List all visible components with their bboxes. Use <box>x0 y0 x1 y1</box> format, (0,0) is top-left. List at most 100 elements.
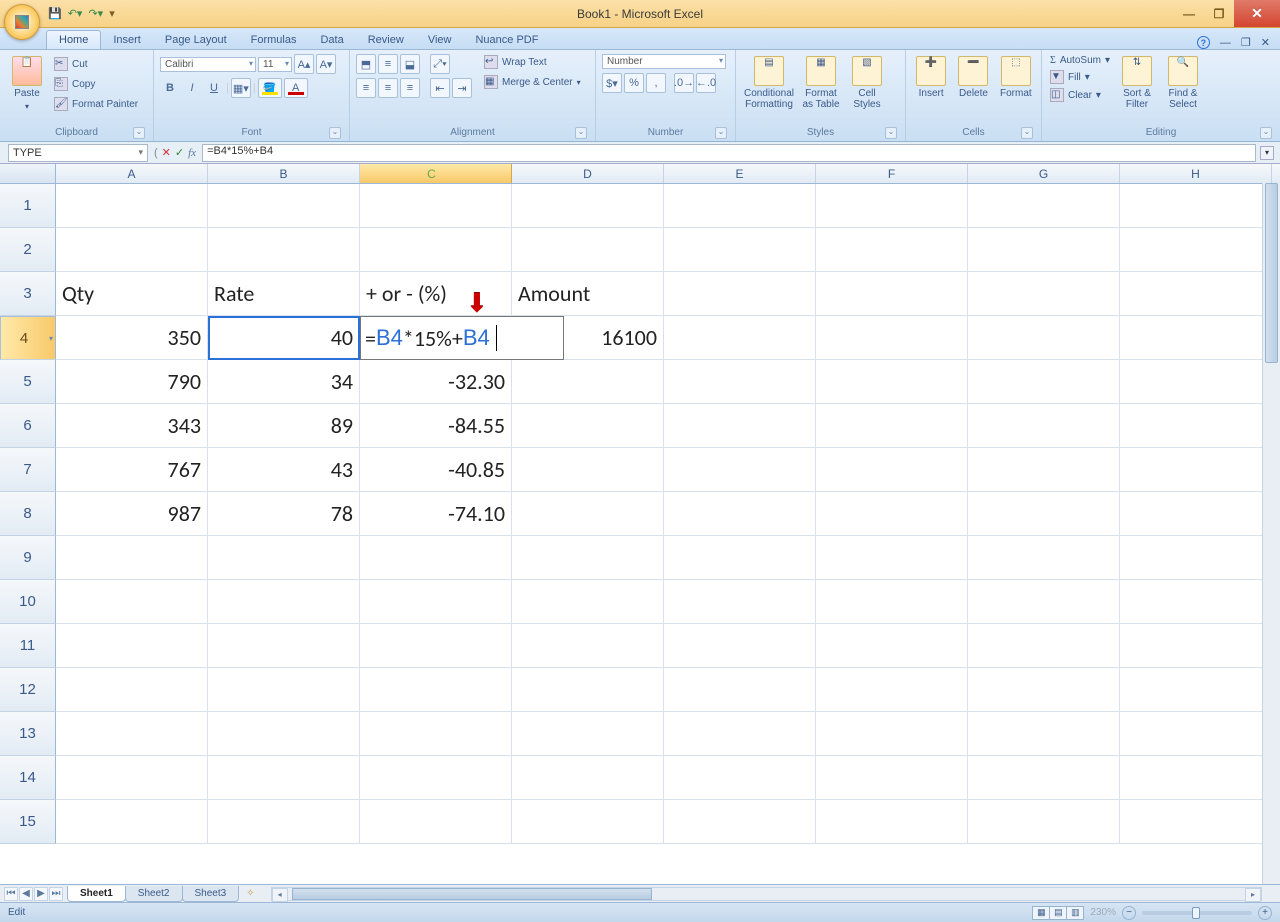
clear-button[interactable]: ◫Clear ▾ <box>1048 87 1112 103</box>
cell-F7[interactable] <box>816 448 968 492</box>
help-icon[interactable]: ? <box>1197 36 1210 49</box>
sheet-nav-first-icon[interactable]: ⏮ <box>4 887 18 901</box>
align-left-icon[interactable]: ≡ <box>356 78 376 98</box>
cell-G2[interactable] <box>968 228 1120 272</box>
cell-H5[interactable] <box>1120 360 1272 404</box>
cancel-formula-icon[interactable]: ✕ <box>162 146 171 159</box>
decrease-indent-icon[interactable]: ⇤ <box>430 78 450 98</box>
cell-G3[interactable] <box>968 272 1120 316</box>
row-header-9[interactable]: 9 <box>0 536 56 580</box>
cell-E3[interactable] <box>664 272 816 316</box>
row-header-2[interactable]: 2 <box>0 228 56 272</box>
grow-font-icon[interactable]: A▴ <box>294 54 314 74</box>
cell-styles-button[interactable]: ▧Cell Styles <box>846 54 888 125</box>
cell-E8[interactable] <box>664 492 816 536</box>
cell-F15[interactable] <box>816 800 968 844</box>
cell-A9[interactable] <box>56 536 208 580</box>
zoom-level[interactable]: 230% <box>1090 907 1116 918</box>
zoom-out-icon[interactable]: − <box>1122 906 1136 920</box>
font-size-select[interactable]: 11 <box>258 57 292 72</box>
cell-C15[interactable] <box>360 800 512 844</box>
enter-formula-icon[interactable]: ✓ <box>175 146 184 159</box>
cell-G14[interactable] <box>968 756 1120 800</box>
cell-G6[interactable] <box>968 404 1120 448</box>
row-header-5[interactable]: 5 <box>0 360 56 404</box>
cell-D6[interactable] <box>512 404 664 448</box>
cell-H13[interactable] <box>1120 712 1272 756</box>
cell-A13[interactable] <box>56 712 208 756</box>
cell-H7[interactable] <box>1120 448 1272 492</box>
cut-button[interactable]: ✂Cut <box>52 56 140 72</box>
cell-F4[interactable] <box>816 316 968 360</box>
cell-E7[interactable] <box>664 448 816 492</box>
cell-C12[interactable] <box>360 668 512 712</box>
merge-center-button[interactable]: ▦Merge & Center ▾ <box>482 74 583 90</box>
cell-C5[interactable]: -32.30 <box>360 360 512 404</box>
cell-E4[interactable] <box>664 316 816 360</box>
cell-C1[interactable] <box>360 184 512 228</box>
cell-H11[interactable] <box>1120 624 1272 668</box>
cell-D13[interactable] <box>512 712 664 756</box>
cell-B9[interactable] <box>208 536 360 580</box>
row-header-14[interactable]: 14 <box>0 756 56 800</box>
align-top-icon[interactable]: ⬒ <box>356 54 376 74</box>
cell-H15[interactable] <box>1120 800 1272 844</box>
autosum-button[interactable]: Σ AutoSum ▾ <box>1048 54 1112 67</box>
increase-indent-icon[interactable]: ⇥ <box>452 78 472 98</box>
cell-G10[interactable] <box>968 580 1120 624</box>
tab-page-layout[interactable]: Page Layout <box>153 31 239 49</box>
copy-button[interactable]: ⎘Copy <box>52 76 140 92</box>
tab-home[interactable]: Home <box>46 30 101 49</box>
cell-G5[interactable] <box>968 360 1120 404</box>
cell-A3[interactable]: Qty <box>56 272 208 316</box>
cell-H4[interactable] <box>1120 316 1272 360</box>
font-color-button[interactable]: A <box>284 78 308 98</box>
fill-color-button[interactable]: 🪣 <box>258 78 282 98</box>
vertical-scrollbar[interactable] <box>1262 183 1280 884</box>
cell-G13[interactable] <box>968 712 1120 756</box>
cell-B4[interactable]: 40 <box>208 316 360 360</box>
sheet-nav-prev-icon[interactable]: ◀ <box>19 887 33 901</box>
cell-D10[interactable] <box>512 580 664 624</box>
maximize-button[interactable]: ❐ <box>1204 0 1234 27</box>
align-middle-icon[interactable]: ≡ <box>378 54 398 74</box>
row-header-15[interactable]: 15 <box>0 800 56 844</box>
cell-A14[interactable] <box>56 756 208 800</box>
select-all-corner[interactable] <box>0 164 56 183</box>
row-header-4[interactable]: 4 <box>0 316 56 360</box>
cell-H9[interactable] <box>1120 536 1272 580</box>
cell-F13[interactable] <box>816 712 968 756</box>
format-cells-button[interactable]: ⬚Format <box>997 54 1035 125</box>
cell-H14[interactable] <box>1120 756 1272 800</box>
cell-D9[interactable] <box>512 536 664 580</box>
cell-F3[interactable] <box>816 272 968 316</box>
cell-C6[interactable]: -84.55 <box>360 404 512 448</box>
cell-E9[interactable] <box>664 536 816 580</box>
cell-A10[interactable] <box>56 580 208 624</box>
cell-F11[interactable] <box>816 624 968 668</box>
cell-D12[interactable] <box>512 668 664 712</box>
cell-G15[interactable] <box>968 800 1120 844</box>
percent-format-icon[interactable]: % <box>624 73 644 93</box>
cell-F12[interactable] <box>816 668 968 712</box>
cell-C10[interactable] <box>360 580 512 624</box>
row-header-6[interactable]: 6 <box>0 404 56 448</box>
view-buttons[interactable]: ▦▤▥ <box>1033 906 1084 920</box>
row-header-1[interactable]: 1 <box>0 184 56 228</box>
cell-F2[interactable] <box>816 228 968 272</box>
fill-button[interactable]: ▼Fill ▾ <box>1048 69 1112 85</box>
cell-C7[interactable]: -40.85 <box>360 448 512 492</box>
row-header-3[interactable]: 3 <box>0 272 56 316</box>
bold-button[interactable]: B <box>160 78 180 98</box>
ribbon-minimize-icon[interactable]: — <box>1220 37 1231 49</box>
ribbon-restore-icon[interactable]: ❐ <box>1241 36 1251 49</box>
format-as-table-button[interactable]: ▦Format as Table <box>800 54 842 125</box>
cell-D7[interactable] <box>512 448 664 492</box>
cell-F10[interactable] <box>816 580 968 624</box>
cell-C8[interactable]: -74.10 <box>360 492 512 536</box>
orientation-icon[interactable]: ⤢▾ <box>430 54 450 74</box>
insert-function-icon[interactable]: fx <box>188 147 196 159</box>
paste-button[interactable]: 📋 Paste▾ <box>6 54 48 125</box>
cell-B13[interactable] <box>208 712 360 756</box>
column-header-H[interactable]: H <box>1120 164 1272 183</box>
